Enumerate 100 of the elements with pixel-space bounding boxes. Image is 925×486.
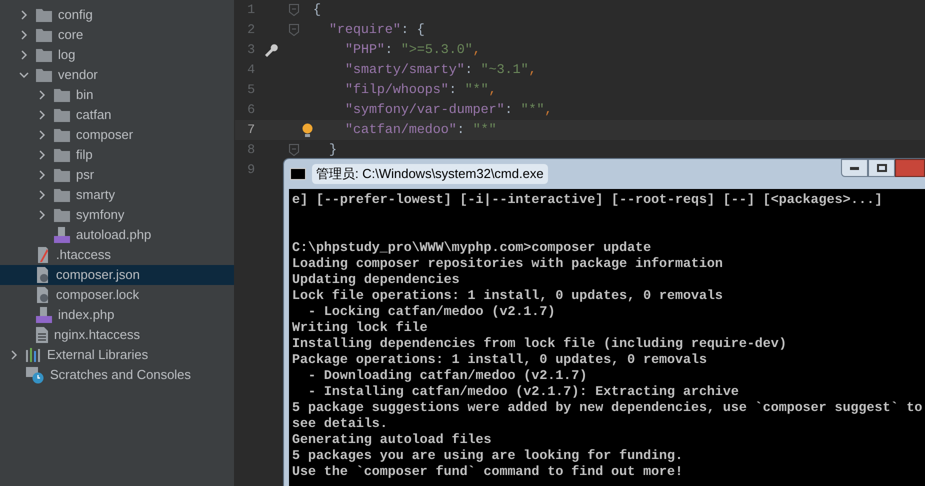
json-file-icon (36, 287, 50, 303)
tree-item-label: bin (76, 86, 94, 104)
code-line: "symfony/var-dumper": "*", (344, 101, 552, 120)
feather-file-icon (36, 247, 50, 263)
window-title: 管理员: C:\Windows\system32\cmd.exe (312, 164, 548, 184)
tree-item[interactable]: vendor (0, 65, 234, 85)
tree-item-label: smarty (76, 186, 115, 204)
tree-item[interactable]: Scratches and Consoles (0, 365, 234, 385)
tree-item-label: log (58, 46, 76, 64)
tree-item-label: composer.json (56, 266, 140, 284)
tree-item-label: composer (76, 126, 134, 144)
console-line: 5 packages you are using are looking for funding. (292, 448, 684, 464)
fold-marker-icon[interactable] (289, 24, 299, 36)
tree-item-label: config (58, 6, 93, 24)
tree-item-label: psr (76, 166, 94, 184)
tree-item[interactable]: composer.lock (0, 285, 234, 305)
line-number: 8 (246, 141, 255, 160)
tree-item[interactable]: filp (0, 145, 234, 165)
tree-item[interactable]: composer.json (0, 265, 234, 285)
console-line: Lock file operations: 1 install, 0 updates, 0 removals (292, 288, 724, 304)
console-line: see details. (292, 416, 389, 432)
line-number: 9 (246, 161, 255, 180)
folder-icon (54, 188, 70, 202)
folder-icon (36, 28, 52, 42)
code-line: { (313, 1, 321, 20)
console-line: Package operations: 1 install, 0 updates, 0 removals (292, 352, 708, 368)
console-line: - Installing catfan/medoo (v2.1.7): Extracting archive (306, 384, 740, 400)
line-number: 2 (246, 21, 255, 40)
folder-icon (36, 48, 52, 62)
wrench-icon[interactable] (264, 43, 278, 57)
tree-item-label: .htaccess (56, 246, 111, 264)
line-number: 5 (246, 81, 255, 100)
line-number: 6 (246, 101, 255, 120)
folder-icon (54, 88, 70, 102)
line-number: 3 (246, 41, 255, 60)
folder-icon (54, 208, 70, 222)
code-line: "filp/whoops": "*", (344, 81, 497, 100)
folder-icon (36, 68, 52, 82)
tree-item[interactable]: nginx.htaccess (0, 325, 234, 345)
tree-item-label: symfony (76, 206, 124, 224)
tree-item-label: index.php (58, 306, 114, 324)
console-app-icon (290, 168, 306, 180)
code-line: "catfan/medoo": "*" (344, 121, 497, 140)
console-line: 5 package suggestions were added by new dependencies, use `composer suggest` to (292, 400, 924, 416)
console-line: Loading composer repositories with package information (292, 256, 724, 272)
code-line: } (328, 141, 337, 160)
console-line: Generating autoload files (292, 432, 492, 448)
console-line: C:\phpstudy_pro\WWW\myphp.com>composer update (292, 240, 652, 256)
console-line: - Downloading catfan/medoo (v2.1.7) (306, 368, 588, 384)
tree-item[interactable]: External Libraries (0, 345, 234, 365)
line-number: 7 (246, 121, 255, 140)
tree-item-label: nginx.htaccess (54, 326, 140, 344)
line-number: 1 (246, 1, 255, 20)
tree-item[interactable]: log (0, 45, 234, 65)
console-line: e] [--prefer-lowest] [-i|--interactive] [--root-reqs] [--] [<packages>...] (292, 192, 884, 208)
tree-item[interactable]: symfony (0, 205, 234, 225)
minimize-button[interactable] (841, 159, 868, 177)
code-line: "PHP": ">=5.3.0", (344, 41, 481, 60)
fold-marker-icon[interactable] (289, 4, 299, 16)
tree-item-label: vendor (58, 66, 98, 84)
console-line: - Locking catfan/medoo (v2.1.7) (306, 304, 556, 320)
folder-icon (54, 148, 70, 162)
chevron-right-icon[interactable] (9, 350, 19, 360)
tree-item-label: External Libraries (47, 346, 148, 364)
tree-item-label: filp (76, 146, 93, 164)
maximize-button[interactable] (868, 159, 895, 177)
tree-item-label: autoload.php (76, 226, 152, 244)
tree-item[interactable]: core (0, 25, 234, 45)
lightbulb-icon[interactable] (302, 122, 312, 138)
php-file-icon (36, 307, 52, 323)
php-file-icon (54, 227, 70, 243)
code-line: "smarty/smarty": "~3.1", (344, 61, 537, 80)
tree-item-label: core (58, 26, 84, 44)
tree-item[interactable]: smarty (0, 185, 234, 205)
line-number: 4 (246, 61, 255, 80)
chevron-down-icon[interactable] (19, 70, 29, 80)
console-line: Installing dependencies from lock file (including require-dev) (292, 336, 788, 352)
tree-item[interactable]: bin (0, 85, 234, 105)
code-line: "require": { (328, 21, 425, 40)
tree-item-label: catfan (76, 106, 112, 124)
folder-icon (36, 8, 52, 22)
tree-item[interactable]: psr (0, 165, 234, 185)
tree-item-label: composer.lock (56, 286, 140, 304)
folder-icon (54, 128, 70, 142)
tree-item[interactable]: index.php (0, 305, 234, 325)
tree-item[interactable]: autoload.php (0, 225, 234, 245)
libraries-icon (26, 348, 41, 362)
tree-item[interactable]: composer (0, 125, 234, 145)
tree-item[interactable]: config (0, 5, 234, 25)
console-line: Updating dependencies (292, 272, 461, 288)
tree-item-label: Scratches and Consoles (50, 366, 191, 384)
folder-icon (54, 168, 70, 182)
text-file-icon (36, 327, 48, 343)
console-line: Writing lock file (292, 320, 429, 336)
folder-icon (54, 108, 70, 122)
fold-marker-icon[interactable] (289, 144, 299, 156)
json-file-icon (36, 267, 50, 283)
tree-item[interactable]: catfan (0, 105, 234, 125)
tree-item[interactable]: .htaccess (0, 245, 234, 265)
console-clock-icon (26, 366, 44, 384)
